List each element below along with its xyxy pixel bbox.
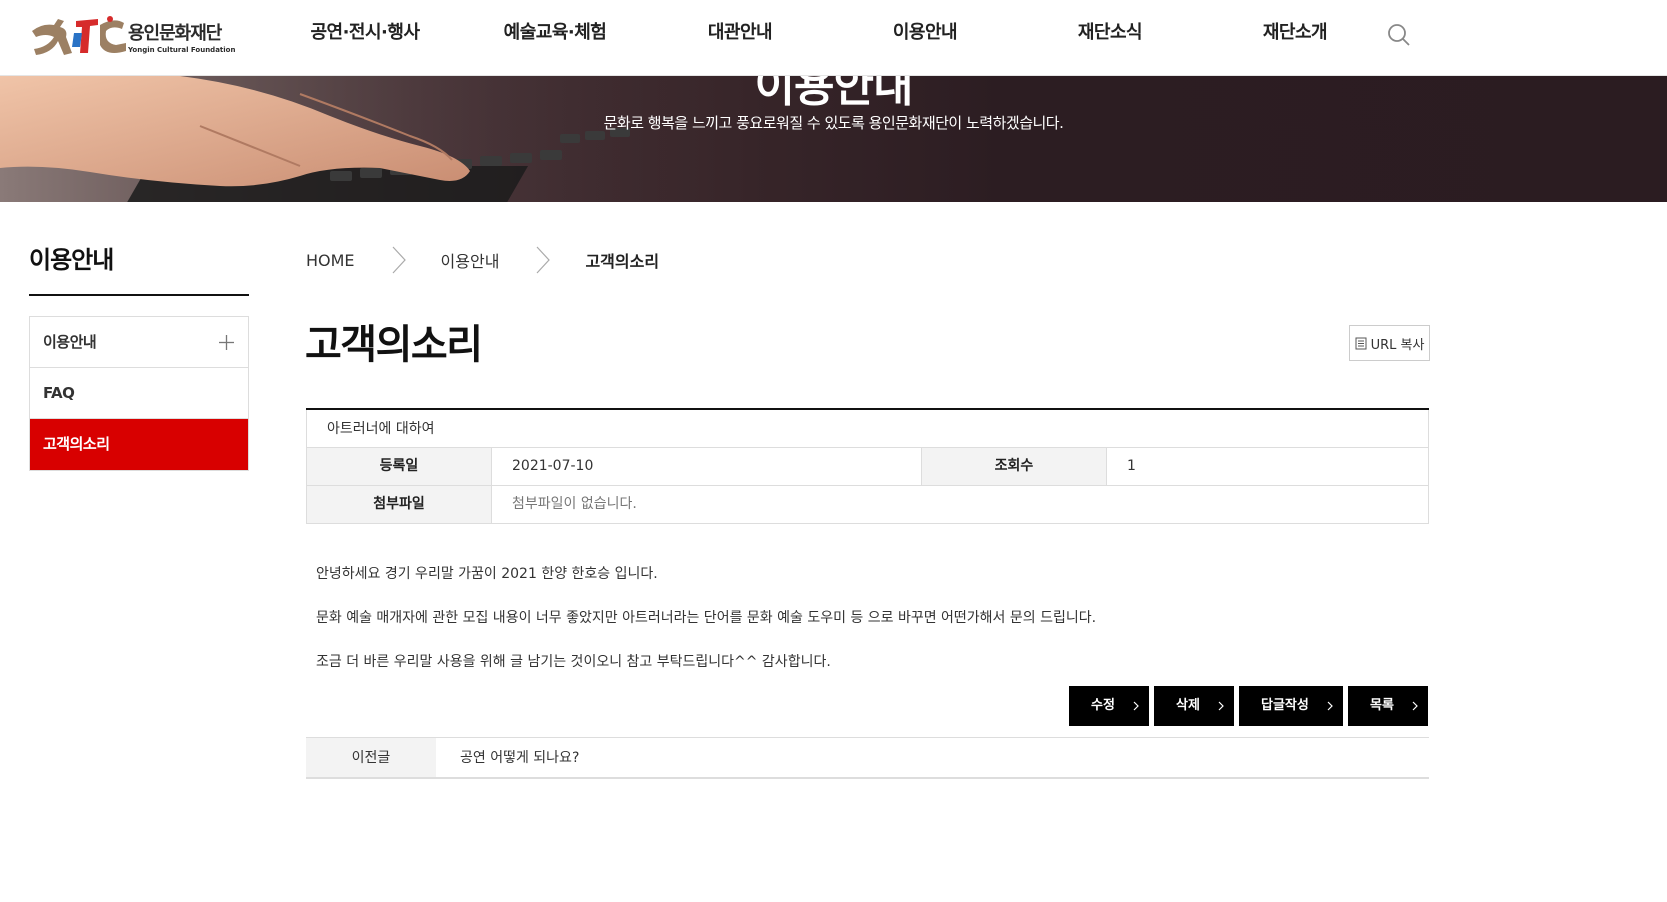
nav-performances[interactable]: 공연·전시·행사 [250, 0, 480, 70]
url-copy-label: URL 복사 [1370, 337, 1425, 353]
sidebar-item-usage-guide[interactable]: 이용안내 [30, 317, 248, 368]
post-paragraph: 안녕하세요 경기 우리말 가꿈이 2021 한양 한호승 입니다. [316, 566, 658, 582]
breadcrumb-home[interactable]: HOME [306, 251, 355, 270]
chevron-right-icon [1327, 701, 1333, 711]
chevron-right-icon [1218, 701, 1224, 711]
logo-korean-text: 용인문화재단 [128, 22, 222, 44]
nav-education[interactable]: 예술교육·체험 [480, 0, 630, 70]
reply-button[interactable]: 답글작성 [1239, 686, 1343, 726]
chevron-right-icon [392, 246, 406, 274]
post-views: 1 [1127, 458, 1136, 474]
banner-title: 이용안내 [754, 76, 914, 112]
prev-post-label: 이전글 [306, 738, 436, 777]
post-view: 아트러너에 대하여 등록일 2021-07-10 조회수 1 첨부파일 첨부파일… [306, 408, 1429, 524]
sidebar-menu: 이용안내 FAQ 고객의소리 [29, 316, 249, 471]
url-copy-button[interactable]: URL 복사 [1349, 325, 1430, 361]
delete-button[interactable]: 삭제 [1154, 686, 1234, 726]
nav-venue-rental[interactable]: 대관안내 [630, 0, 850, 70]
sidebar-item-label: FAQ [43, 384, 75, 402]
nav-usage-guide[interactable]: 이용안내 [850, 0, 1000, 70]
breadcrumb-current[interactable]: 고객의소리 [585, 248, 659, 272]
sidebar-title: 이용안내 [29, 246, 114, 274]
main-navigation: 공연·전시·행사 예술교육·체험 대관안내 이용안내 재단소식 재단소개 [250, 0, 1370, 70]
chevron-right-icon [1133, 701, 1139, 711]
post-files-row: 첨부파일 첨부파일이 없습니다. [306, 486, 1429, 524]
list-button[interactable]: 목록 [1348, 686, 1428, 726]
breadcrumb-usage-guide[interactable]: 이용안내 [441, 248, 500, 272]
sidebar-item-label: 고객의소리 [43, 435, 110, 453]
banner-subtitle: 문화로 행복을 느끼고 풍요로워질 수 있도록 용인문화재단이 노력하겠습니다. [603, 114, 1064, 132]
document-icon [1355, 337, 1367, 349]
post-paragraph: 조금 더 바른 우리말 사용을 위해 글 남기는 것이오니 참고 부탁드립니다^… [316, 654, 831, 670]
chevron-right-icon [1412, 701, 1418, 711]
delete-button-label: 삭제 [1176, 698, 1200, 713]
sidebar-item-faq[interactable]: FAQ [30, 368, 248, 419]
plus-icon [219, 335, 234, 350]
post-meta-row: 등록일 2021-07-10 조회수 1 [306, 448, 1429, 486]
reply-button-label: 답글작성 [1261, 698, 1309, 713]
search-icon[interactable] [1386, 22, 1412, 48]
site-logo[interactable]: 용인문화재단 Yongin Cultural Foundation [28, 12, 235, 60]
post-actions: 수정 삭제 답글작성 목록 [1069, 686, 1428, 726]
page-title: 고객의소리 [305, 322, 483, 368]
date-label: 등록일 [307, 448, 492, 485]
logo-english-text: Yongin Cultural Foundation [128, 45, 236, 54]
files-label: 첨부파일 [307, 486, 492, 523]
site-header: 용인문화재단 Yongin Cultural Foundation 공연·전시·… [0, 0, 1667, 76]
post-date: 2021-07-10 [492, 448, 922, 485]
edit-button-label: 수정 [1091, 698, 1115, 713]
sidebar-item-customer-voice[interactable]: 고객의소리 [30, 419, 248, 470]
sidebar-divider [29, 294, 249, 296]
nav-about[interactable]: 재단소개 [1220, 0, 1370, 70]
nav-news[interactable]: 재단소식 [1000, 0, 1220, 70]
sidebar-item-label: 이용안내 [43, 333, 97, 351]
post-body: 안녕하세요 경기 우리말 가꿈이 2021 한양 한호승 입니다. 문화 예술 … [316, 552, 1426, 684]
breadcrumb: HOME 이용안내 고객의소리 [306, 246, 659, 274]
list-button-label: 목록 [1370, 698, 1394, 713]
post-files: 첨부파일이 없습니다. [512, 496, 637, 512]
prev-post-link[interactable]: 공연 어떻게 되나요? [436, 738, 579, 777]
post-paragraph: 문화 예술 매개자에 관한 모집 내용이 너무 좋았지만 아트러너라는 단어를 … [316, 610, 1097, 626]
post-subject: 아트러너에 대하여 [306, 410, 1429, 448]
edit-button[interactable]: 수정 [1069, 686, 1149, 726]
prev-post-row: 이전글 공연 어떻게 되나요? [306, 737, 1429, 779]
chevron-right-icon [536, 246, 551, 274]
views-label: 조회수 [922, 448, 1107, 485]
logo-mark-icon [32, 16, 126, 55]
page-banner: 이용안내 문화로 행복을 느끼고 풍요로워질 수 있도록 용인문화재단이 노력하… [0, 76, 1667, 202]
